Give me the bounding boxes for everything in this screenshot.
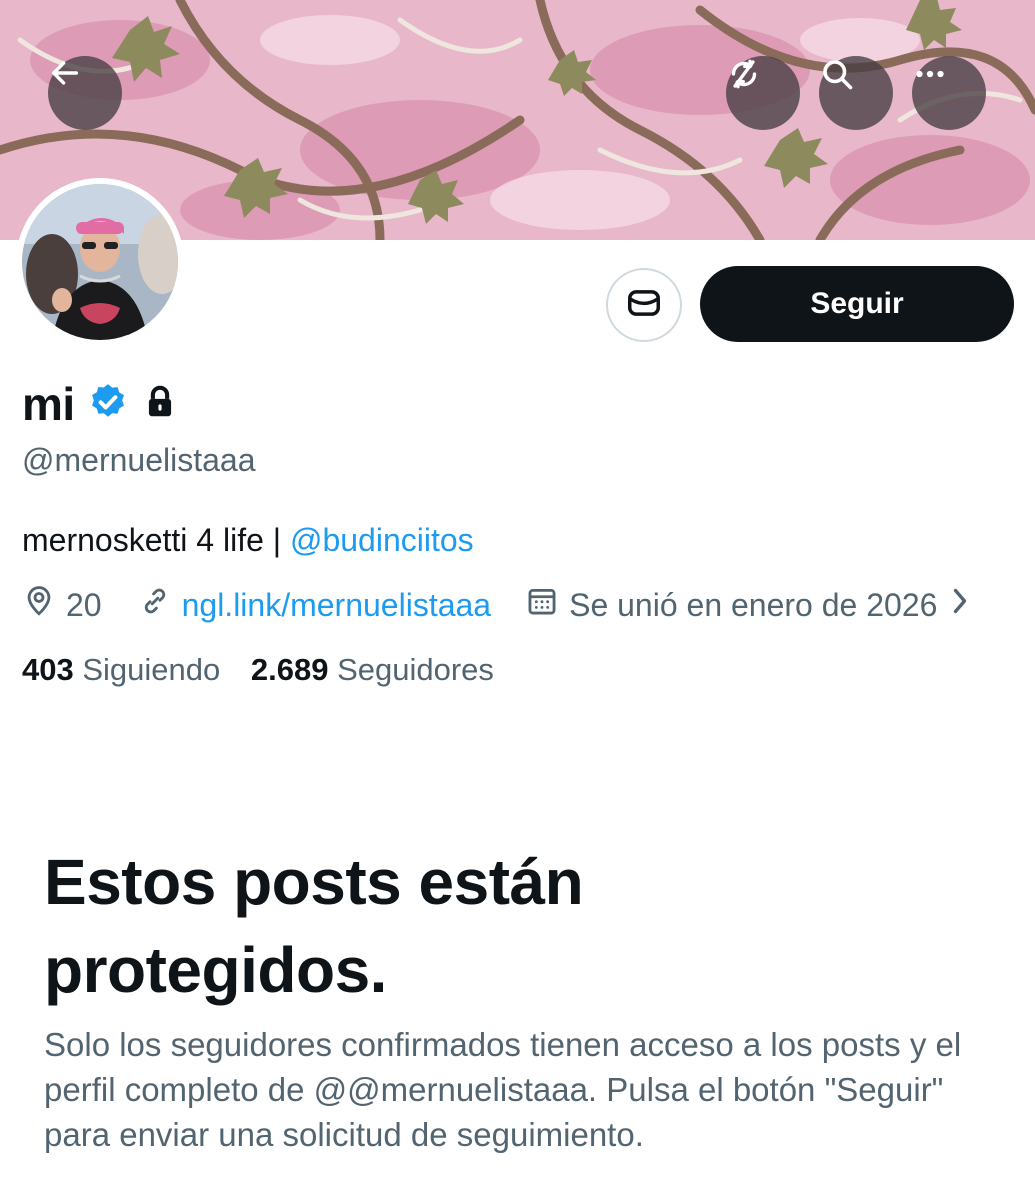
website-item: ngl.link/mernuelistaaa — [138, 584, 492, 626]
avatar[interactable] — [16, 178, 184, 346]
following-stat[interactable]: 403 Siguiendo — [22, 652, 220, 687]
display-name: mi — [22, 378, 75, 430]
sync-off-button[interactable] — [726, 56, 800, 130]
message-button[interactable] — [606, 268, 682, 342]
location-pin-icon — [22, 584, 56, 626]
followers-label: Seguidores — [337, 652, 494, 687]
followers-count: 2.689 — [250, 652, 329, 687]
website-link[interactable]: ngl.link/mernuelistaaa — [182, 587, 492, 624]
followers-stat[interactable]: 2.689 Seguidores — [251, 652, 494, 687]
following-count: 403 — [22, 652, 74, 687]
profile-handle: @mernuelistaaa — [22, 442, 256, 478]
back-button[interactable] — [48, 56, 122, 130]
follow-stats: 403 Siguiendo 2.689 Seguidores — [22, 652, 494, 688]
profile-meta: 20 ngl.link/mernuelistaaa Se unió en ene… — [22, 582, 973, 628]
joined-text: Se unió en enero de 2026 — [569, 586, 938, 623]
joined-item[interactable]: Se unió en enero de 2026 — [525, 584, 973, 626]
protected-title: Estos posts están protegidos. — [44, 846, 584, 1006]
lock-icon — [141, 383, 179, 426]
follow-button[interactable]: Seguir — [700, 266, 1014, 342]
calendar-icon — [525, 584, 559, 626]
verified-badge-icon[interactable] — [87, 381, 129, 428]
location-text: 20 — [66, 586, 102, 623]
profile-bio: mernosketti 4 life | @budinciitos — [22, 522, 474, 559]
bio-text: mernosketti 4 life | — [22, 522, 290, 558]
avatar-photo — [22, 184, 178, 340]
message-icon — [625, 284, 663, 327]
chevron-right-icon — [947, 586, 973, 624]
bio-mention-link[interactable]: @budinciitos — [290, 522, 474, 558]
link-icon — [138, 584, 172, 626]
search-button[interactable] — [819, 56, 893, 130]
following-label: Siguiendo — [82, 652, 221, 687]
more-button[interactable] — [912, 56, 986, 130]
location-item: 20 — [22, 584, 102, 626]
profile-name-row: mi — [22, 374, 179, 434]
protected-description: Solo los seguidores confirmados tienen a… — [44, 1026, 962, 1153]
